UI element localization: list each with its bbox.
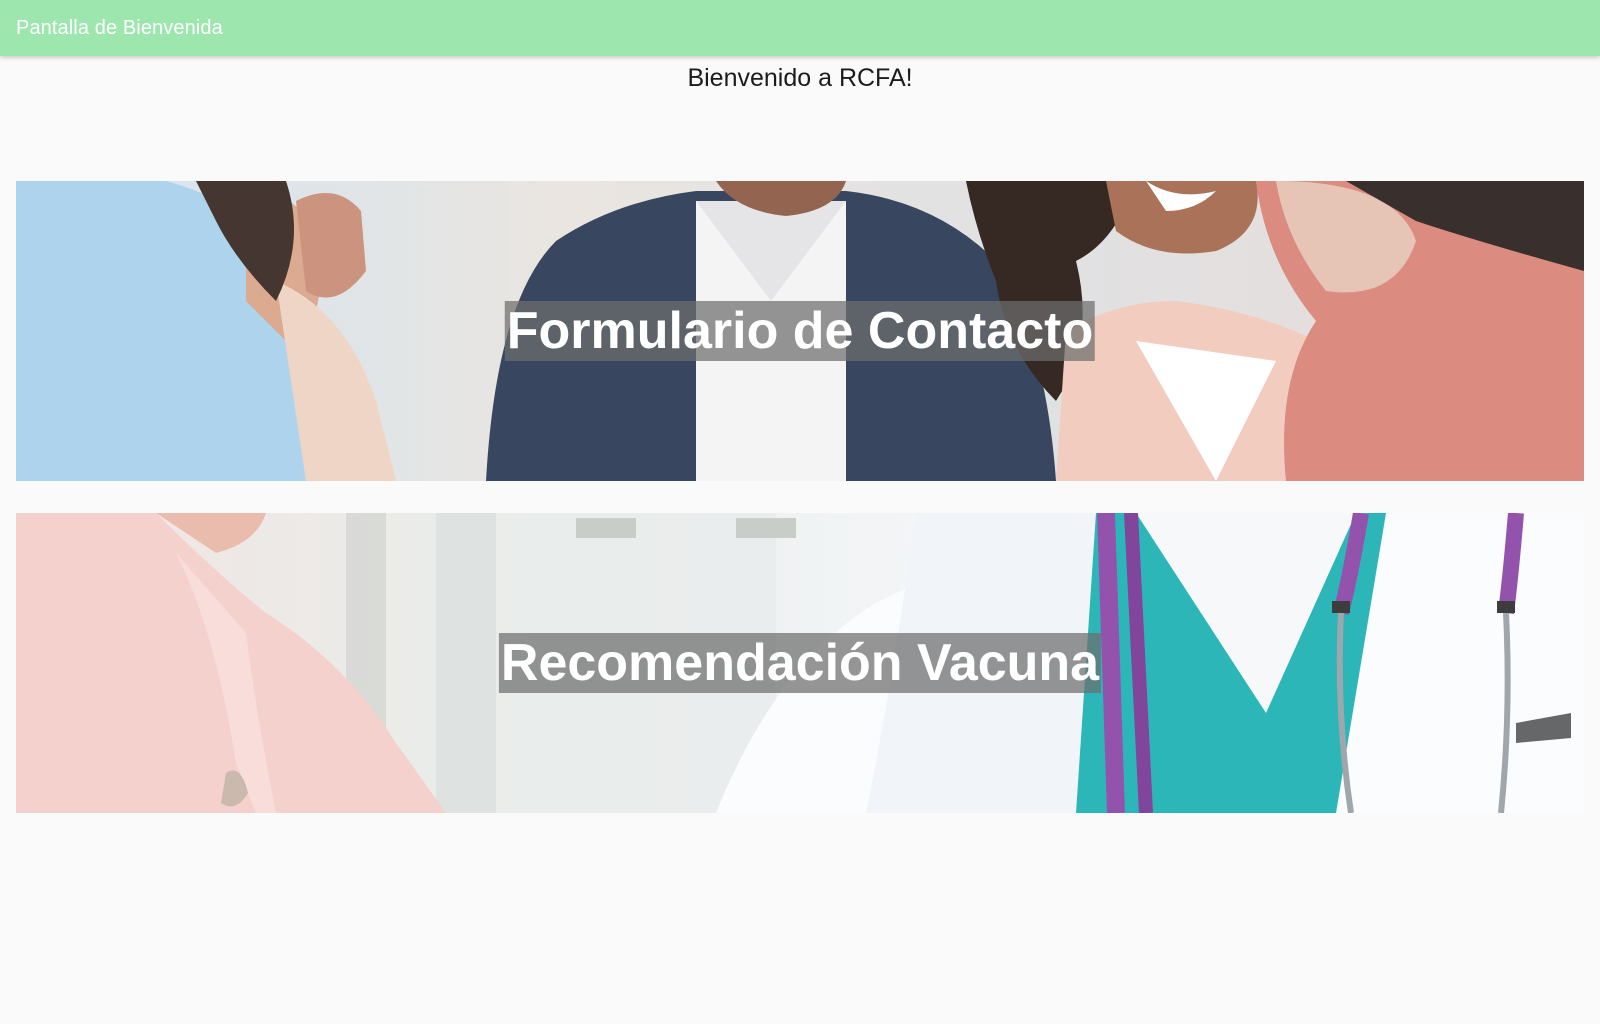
contact-form-card[interactable]: Formulario de Contacto <box>16 181 1584 481</box>
app-bar: Pantalla de Bienvenida <box>0 0 1600 56</box>
contact-form-label: Formulario de Contacto <box>504 301 1096 361</box>
vaccine-recommendation-card[interactable]: Recomendación Vacuna <box>16 513 1584 813</box>
vaccine-recommendation-label: Recomendación Vacuna <box>498 633 1102 693</box>
app-bar-title: Pantalla de Bienvenida <box>16 16 223 39</box>
welcome-heading: Bienvenido a RCFA! <box>687 64 913 92</box>
